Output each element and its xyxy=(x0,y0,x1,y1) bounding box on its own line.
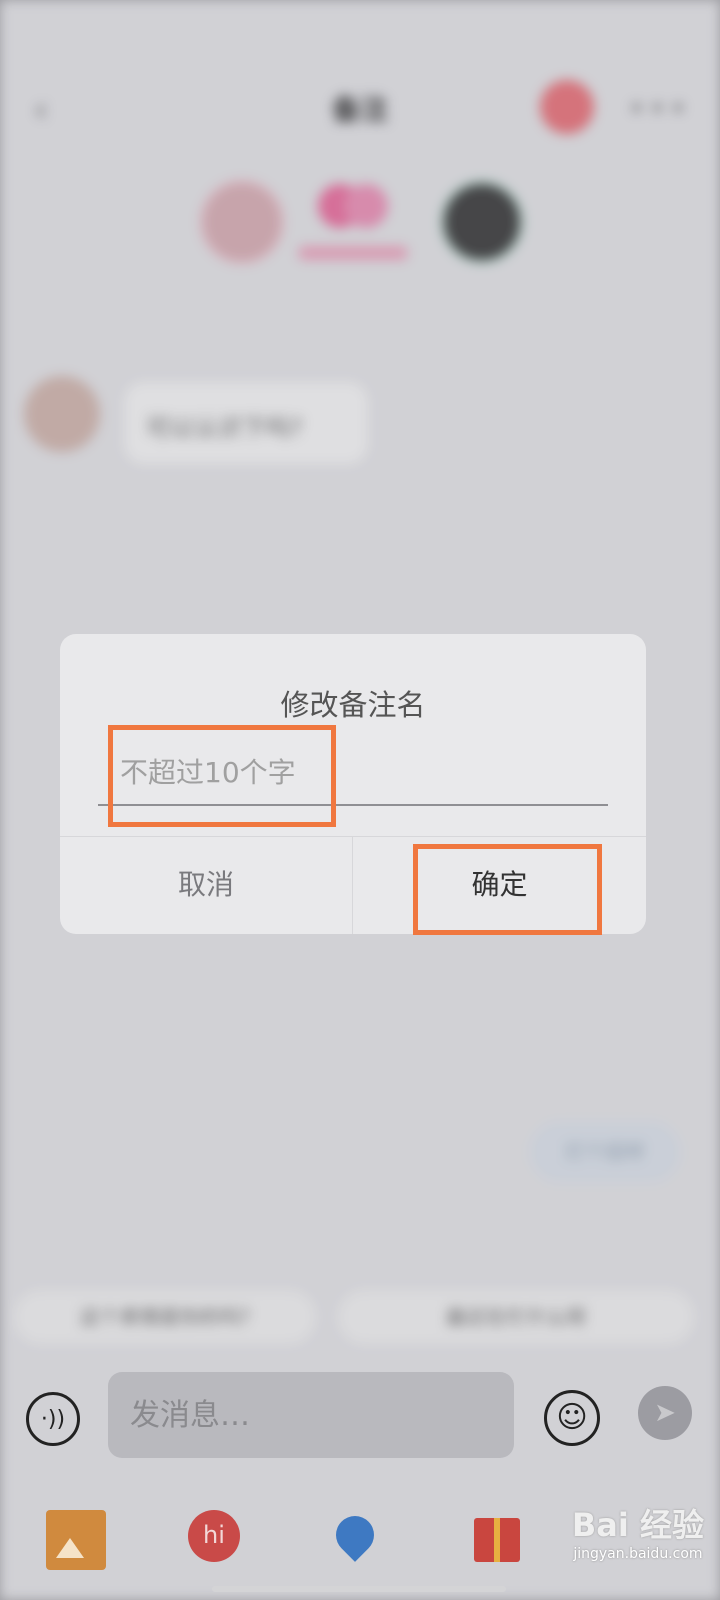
voice-icon[interactable]: ·)) xyxy=(26,1392,80,1446)
message-input[interactable] xyxy=(108,1372,514,1458)
image-icon[interactable] xyxy=(46,1510,106,1570)
gift-icon[interactable] xyxy=(474,1518,520,1562)
watermark: Bai 经验 jingyan.baidu.com xyxy=(572,1500,704,1562)
watermark-url: jingyan.baidu.com xyxy=(573,1546,703,1562)
highlight-box-confirm xyxy=(413,844,602,935)
watermark-logo: Bai 经验 xyxy=(571,1506,704,1544)
emoji-icon[interactable]: ☺ xyxy=(544,1390,600,1446)
input-bar: ·)) ☺ ➤ xyxy=(0,1372,720,1482)
send-icon[interactable]: ➤ xyxy=(638,1386,692,1440)
home-indicator[interactable] xyxy=(212,1586,506,1592)
dialog-title: 修改备注名 xyxy=(280,688,426,722)
cancel-button[interactable]: 取消 xyxy=(60,836,352,934)
highlight-box-input xyxy=(108,725,336,827)
hi-icon[interactable]: hi xyxy=(188,1510,240,1562)
location-icon[interactable] xyxy=(328,1508,382,1562)
